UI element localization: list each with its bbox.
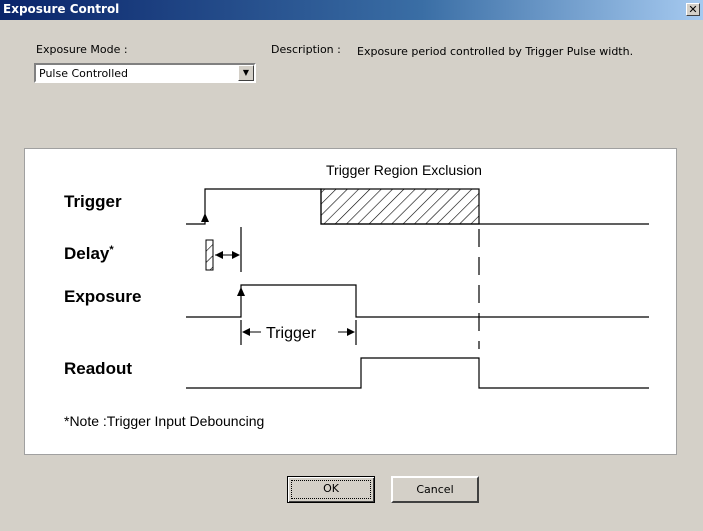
exposure-control-dialog: Exposure Control ✕ Exposure Mode : Pulse… xyxy=(0,0,703,531)
trigger-span-label: Trigger xyxy=(266,325,317,342)
readout-signal-label: Readout xyxy=(64,359,132,378)
exposure-mode-value: Pulse Controlled xyxy=(39,67,129,80)
timing-diagram-panel: Trigger Region Exclusion Trigger Delay* … xyxy=(24,148,677,455)
trigger-edge-arrow xyxy=(201,213,209,222)
focus-indicator xyxy=(291,480,371,499)
trigger-signal-label: Trigger xyxy=(64,192,122,211)
exposure-edge-arrow xyxy=(237,287,245,296)
exposure-mode-select[interactable]: Pulse Controlled ▼ xyxy=(34,63,256,83)
description-text: Exposure period controlled by Trigger Pu… xyxy=(357,45,634,58)
cancel-button[interactable]: Cancel xyxy=(391,476,479,503)
chevron-down-icon[interactable]: ▼ xyxy=(238,65,254,81)
trigger-exclusion-region xyxy=(320,188,480,225)
delay-hatch-marker xyxy=(205,239,214,271)
delay-signal-label: Delay* xyxy=(64,244,114,263)
readout-waveform xyxy=(186,357,649,389)
description-label: Description : xyxy=(271,43,341,56)
ok-button[interactable]: OK xyxy=(287,476,375,503)
exposure-mode-label: Exposure Mode : xyxy=(36,43,128,56)
exposure-signal-label: Exposure xyxy=(64,287,141,306)
title-bar[interactable]: Exposure Control ✕ xyxy=(0,0,703,20)
cancel-button-label: Cancel xyxy=(416,483,454,496)
region-exclusion-label: Trigger Region Exclusion xyxy=(326,162,482,178)
close-button[interactable]: ✕ xyxy=(686,3,700,16)
exposure-waveform xyxy=(186,284,649,318)
debounce-note: *Note :Trigger Input Debouncing xyxy=(64,413,264,429)
window-title: Exposure Control xyxy=(3,2,120,16)
